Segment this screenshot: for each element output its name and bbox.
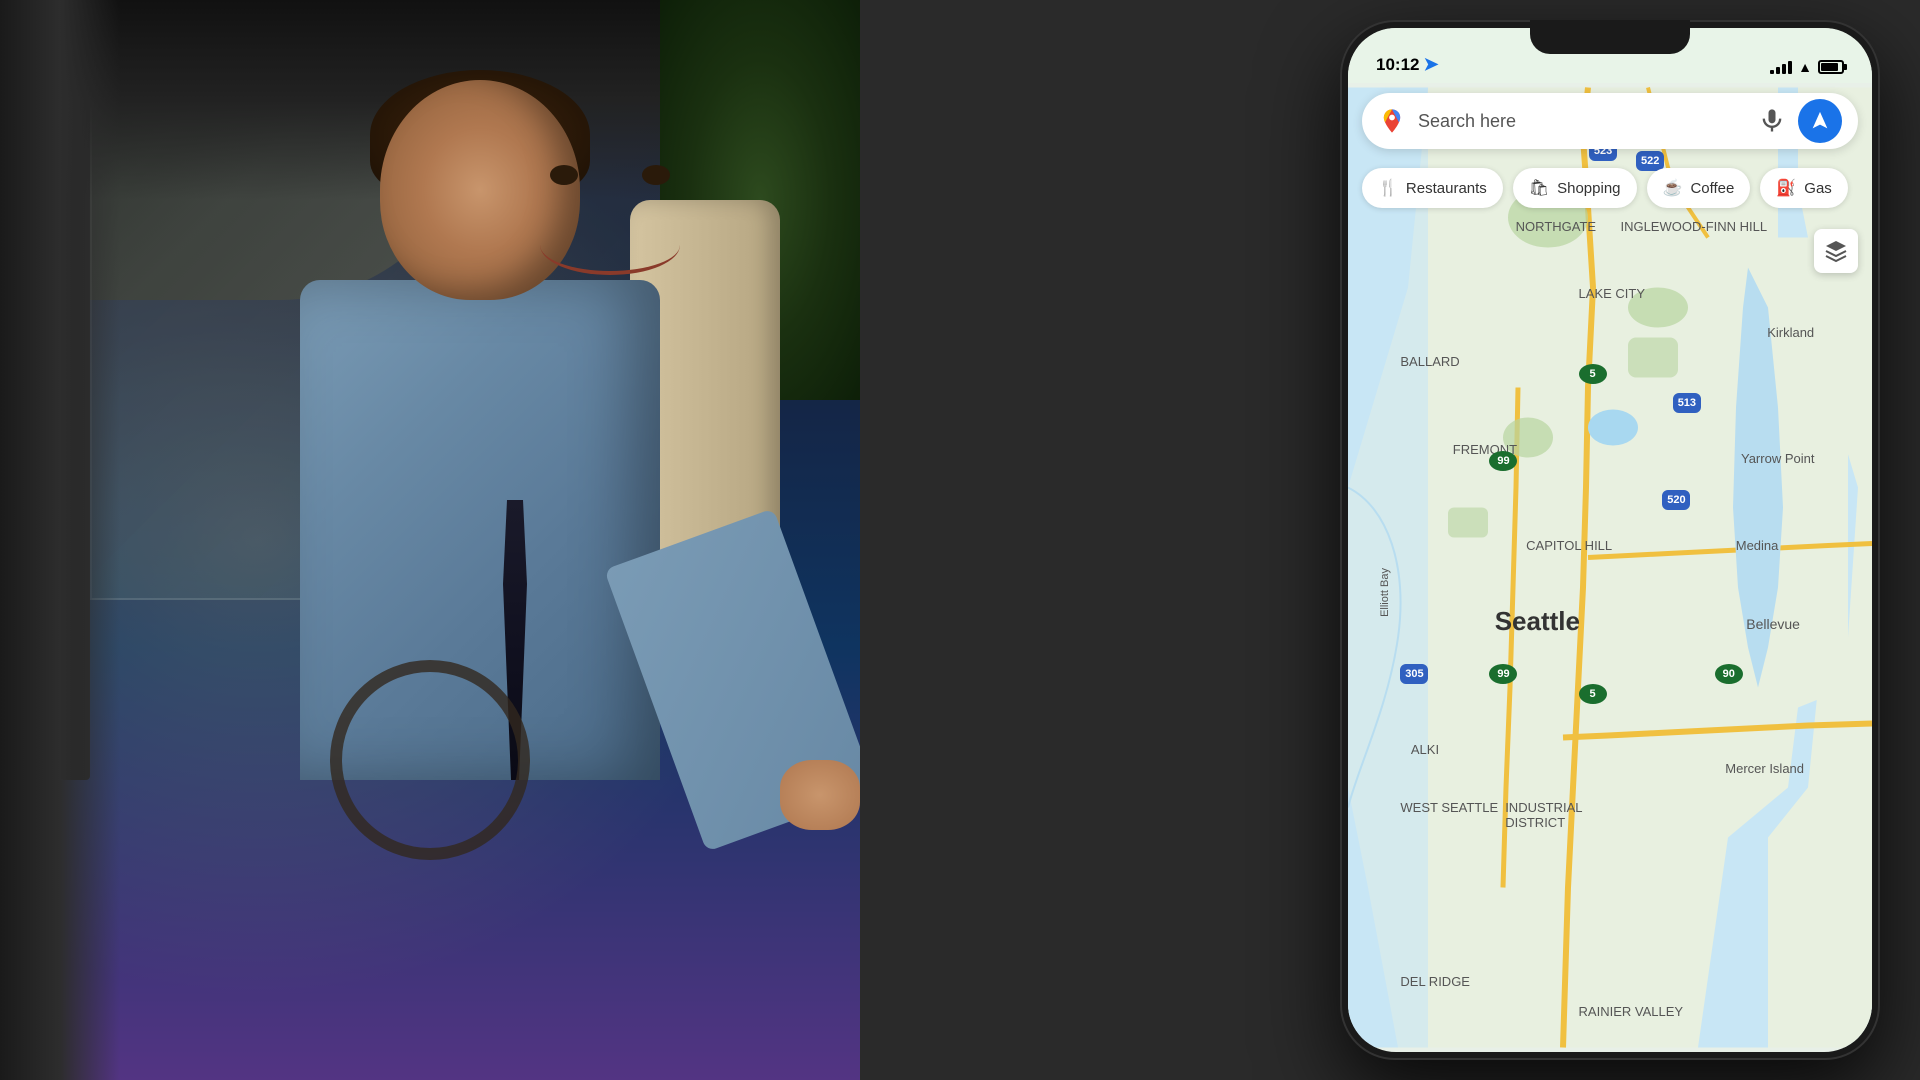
- phone-screen: 10:12 ➤ ▲: [1348, 28, 1872, 1052]
- category-chips: 🍴 Restaurants 🛍 Shopping ☕ Coffee ⛽ Gas: [1348, 161, 1872, 215]
- phone-notch: [1530, 20, 1690, 54]
- highway-badge-513: 513: [1673, 393, 1701, 413]
- navigation-button[interactable]: [1798, 99, 1842, 143]
- signal-bar-4: [1788, 61, 1792, 74]
- phone-container: 10:12 ➤ ▲: [1330, 10, 1890, 1070]
- chip-restaurants[interactable]: 🍴 Restaurants: [1362, 168, 1503, 208]
- search-bar[interactable]: Search here: [1362, 93, 1858, 149]
- chip-shopping-label: Shopping: [1557, 180, 1620, 197]
- highway-badge-520: 520: [1662, 490, 1690, 510]
- layers-icon: [1824, 239, 1848, 263]
- steering-wheel: [330, 660, 530, 860]
- map-area[interactable]: Shoreline Kenmore Bothell NORTHGATE INGL…: [1348, 83, 1872, 1052]
- eye-right: [642, 165, 670, 185]
- gas-icon: ⛽: [1776, 178, 1796, 198]
- signal-bar-2: [1776, 67, 1780, 74]
- signal-bar-3: [1782, 64, 1786, 74]
- signal-bars-icon: [1770, 60, 1792, 74]
- shopping-icon: 🛍: [1529, 178, 1549, 198]
- man-head: [380, 80, 580, 300]
- navigation-arrow-icon: [1809, 110, 1831, 132]
- map-svg: [1348, 83, 1872, 1052]
- man-smile: [540, 215, 680, 275]
- signal-bar-1: [1770, 70, 1774, 74]
- status-time: 10:12 ➤: [1376, 54, 1439, 75]
- location-arrow-icon: ➤: [1423, 54, 1438, 75]
- highway-badge-305: 305: [1400, 664, 1428, 684]
- chip-coffee[interactable]: ☕ Coffee: [1647, 168, 1751, 208]
- man-hand: [780, 760, 860, 830]
- status-icons: ▲: [1770, 59, 1844, 75]
- highway-badge-i5: 5: [1579, 364, 1607, 384]
- man-eyes: [525, 165, 695, 195]
- chip-gas[interactable]: ⛽ Gas: [1760, 168, 1847, 208]
- chip-coffee-label: Coffee: [1690, 180, 1734, 197]
- wifi-icon: ▲: [1798, 59, 1812, 75]
- chip-shopping[interactable]: 🛍 Shopping: [1513, 168, 1637, 208]
- search-placeholder: Search here: [1418, 111, 1746, 132]
- battery-icon: [1818, 60, 1844, 74]
- google-maps-logo-icon: [1378, 107, 1406, 135]
- background-photo: [0, 0, 860, 1080]
- layer-button[interactable]: [1814, 229, 1858, 273]
- person: [100, 0, 860, 1080]
- chip-restaurants-label: Restaurants: [1406, 180, 1487, 197]
- phone-body: 10:12 ➤ ▲: [1340, 20, 1880, 1060]
- coffee-icon: ☕: [1663, 178, 1683, 198]
- eye-left: [550, 165, 578, 185]
- time-display: 10:12: [1376, 55, 1419, 75]
- man-body: [250, 80, 750, 880]
- chip-gas-label: Gas: [1804, 180, 1832, 197]
- battery-fill: [1821, 63, 1838, 71]
- microphone-icon[interactable]: [1758, 107, 1786, 135]
- highway-badge-5b: 5: [1579, 684, 1607, 704]
- man-shirt: [300, 280, 660, 780]
- restaurants-icon: 🍴: [1378, 178, 1398, 198]
